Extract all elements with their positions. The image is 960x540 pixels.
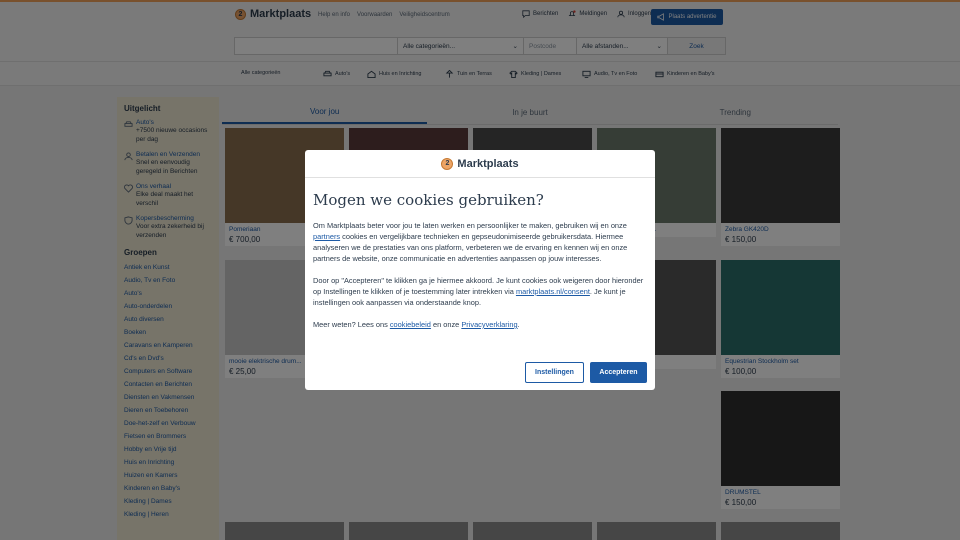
cookie-paragraph-2: Door op "Accepteren" te klikken ga je hi…: [313, 275, 647, 308]
cookie-policy-link[interactable]: cookiebeleid: [390, 320, 431, 329]
consent-link[interactable]: marktplaats.nl/consent: [516, 287, 590, 296]
cookie-dialog: 2 Marktplaats Mogen we cookies gebruiken…: [305, 150, 655, 390]
cookie-text: .: [517, 320, 520, 329]
cookie-text: en onze: [430, 320, 462, 329]
partners-link[interactable]: partners: [313, 232, 340, 241]
cookie-dialog-brand: Marktplaats: [457, 157, 519, 170]
cookie-text: Om Marktplaats beter voor jou te laten w…: [313, 221, 627, 230]
cookie-paragraph-1: Om Marktplaats beter voor jou te laten w…: [313, 220, 647, 264]
cookie-paragraph-3: Meer weten? Lees ons cookiebeleid en onz…: [313, 319, 647, 330]
cookie-dialog-header: 2 Marktplaats: [305, 150, 655, 178]
logo-mark-icon: 2: [441, 157, 454, 170]
cookie-text: cookies en vergelijkbare technieken en g…: [313, 232, 628, 263]
accept-button[interactable]: Accepteren: [590, 362, 647, 383]
cookie-text: Meer weten? Lees ons: [313, 320, 390, 329]
settings-button[interactable]: Instellingen: [525, 362, 584, 383]
cookie-dialog-body: Mogen we cookies gebruiken? Om Marktplaa…: [305, 178, 655, 330]
cookie-dialog-actions: Instellingen Accepteren: [525, 362, 647, 383]
privacy-link[interactable]: Privacyverklaring: [461, 320, 517, 329]
cookie-dialog-title: Mogen we cookies gebruiken?: [313, 191, 544, 209]
